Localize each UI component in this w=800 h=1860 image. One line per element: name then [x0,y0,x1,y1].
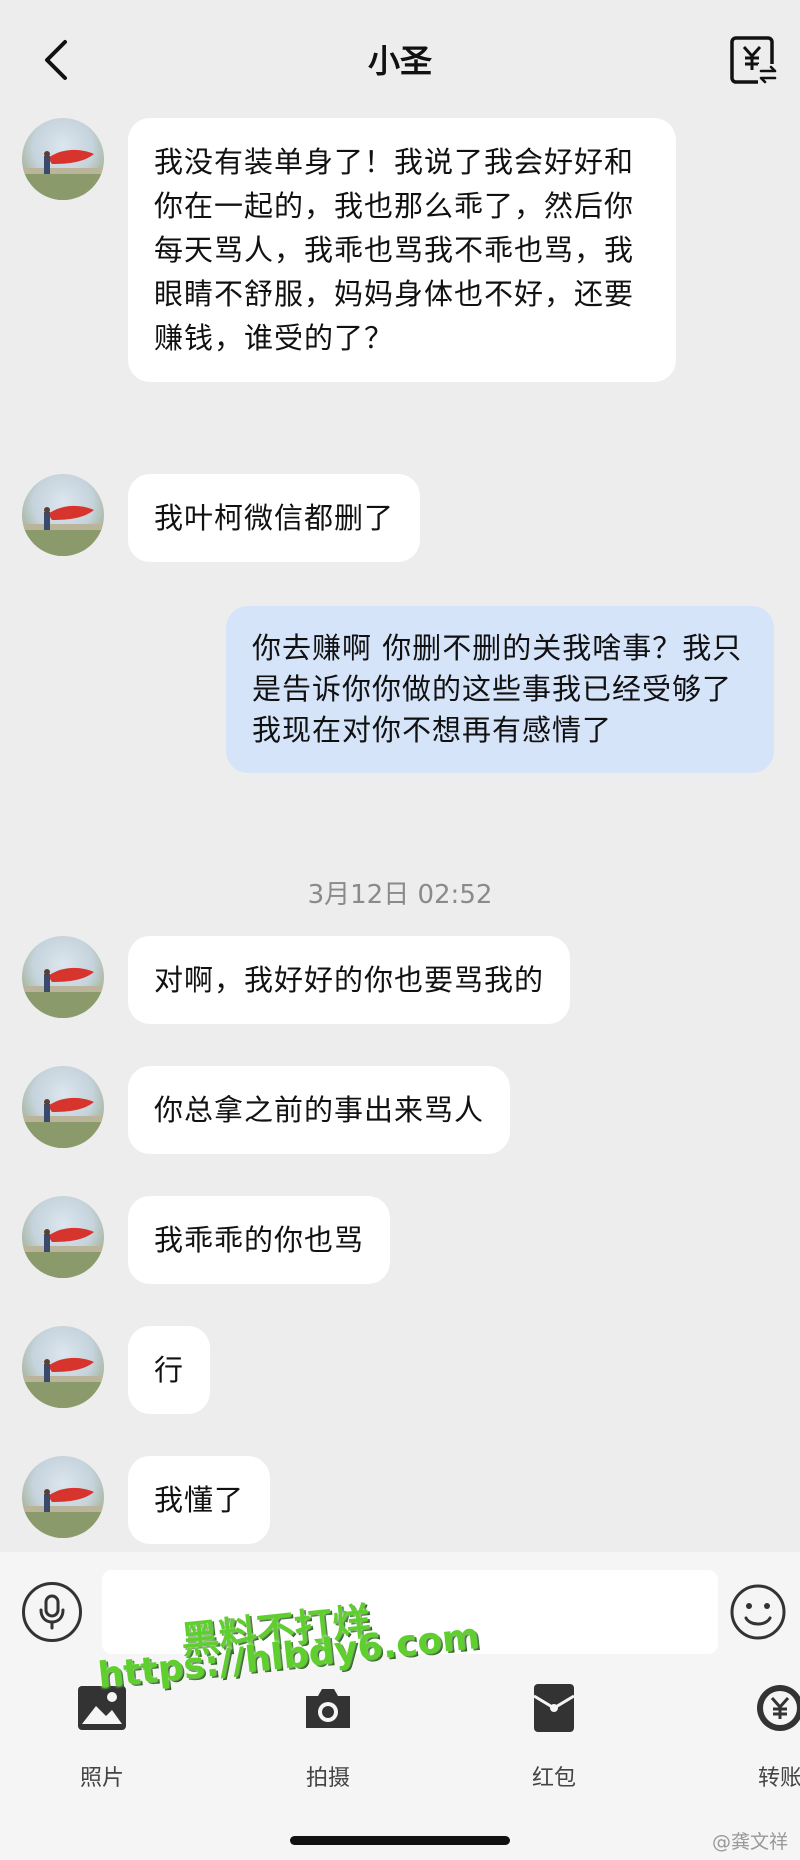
photo-label: 照片 [79,1766,124,1791]
message-bubble-incoming: 我懂了 [128,1456,271,1544]
transfer-tool-button[interactable]: 转账 [720,1682,800,1792]
avatar[interactable] [22,1326,104,1408]
avatar-image [22,1487,104,1538]
message-bubble-incoming: 我乖乖的你也骂 [128,1196,391,1284]
photo-button[interactable]: 照片 [42,1682,162,1792]
avatar[interactable] [22,936,104,1018]
smiley-icon [730,1584,786,1640]
avatar-image [22,1357,104,1408]
camera-icon [306,1689,350,1728]
avatar-image [22,505,104,556]
home-indicator [290,1836,510,1845]
message-bubble-outgoing: 你去赚啊 你删不删的关我啥事？我只是告诉你你做的这些事我已经受够了 我现在对你不… [226,606,774,773]
avatar-image [22,967,104,1018]
avatar-image [22,149,104,200]
chat-title: 小圣 [367,42,432,80]
attachment-toolbar: 照片 拍摄 红包 转账 [0,1682,800,1860]
red-packet-label: 红包 [531,1766,576,1791]
avatar[interactable] [22,118,104,200]
avatar-image [22,1097,104,1148]
voice-input-button[interactable] [22,1582,82,1642]
transfer-label: 转账 [757,1766,800,1791]
message-bubble-incoming: 行 [128,1326,211,1414]
message-bubble-incoming: 你总拿之前的事出来骂人 [128,1066,511,1154]
avatar[interactable] [22,1196,104,1278]
red-packet-button[interactable]: 红包 [494,1682,614,1792]
message-timestamp: 3月12日 02:52 [307,880,493,910]
weibo-credit: @龚文祥 [711,1831,788,1853]
chat-header: 小圣 [0,0,800,118]
avatar[interactable] [22,1456,104,1538]
red-packet-icon [533,1684,575,1732]
microphone-icon [39,1594,65,1630]
camera-label: 拍摄 [305,1766,350,1791]
message-bubble-incoming: 我没有装单身了！我说了我会好好和你在一起的，我也那么乖了，然后你每天骂人，我乖也… [128,118,676,382]
emoji-button[interactable] [728,1582,788,1642]
message-bubble-incoming: 我叶柯微信都删了 [128,474,421,562]
camera-button[interactable]: 拍摄 [268,1682,388,1792]
transfer-icon [757,1685,800,1731]
message-bubble-incoming: 对啊，我好好的你也要骂我的 [128,936,571,1024]
avatar-image [22,1227,104,1278]
avatar[interactable] [22,474,104,556]
transfer-button[interactable] [728,34,780,86]
avatar[interactable] [22,1066,104,1148]
yuan-transfer-icon [730,36,778,84]
